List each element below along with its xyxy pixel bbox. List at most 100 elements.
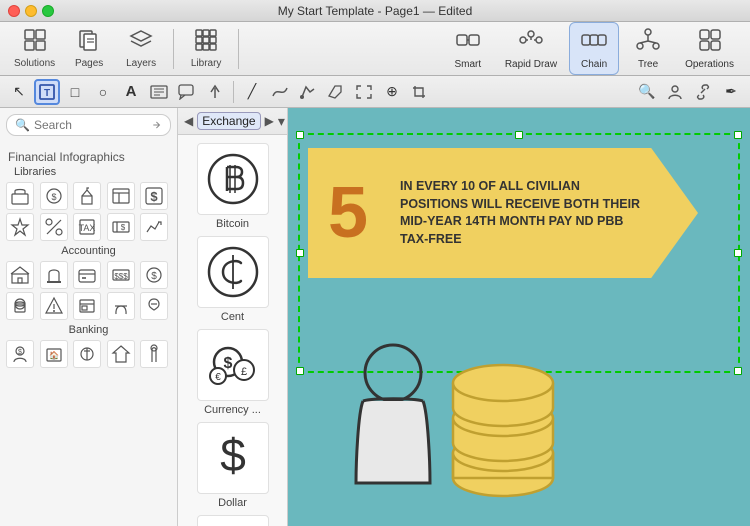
nav-forward-arrow[interactable]: ▶ — [265, 114, 274, 128]
symbol-currency[interactable]: $ £ € Currency ... — [197, 329, 269, 416]
info-banner: 5 IN EVERY 10 OF ALL CIVILIAN POSITIONS … — [308, 148, 698, 278]
icon-cell[interactable] — [107, 340, 135, 368]
toolbar-smart[interactable]: Smart — [443, 23, 493, 74]
icon-cell[interactable] — [6, 261, 34, 289]
operations-label: Operations — [685, 59, 734, 70]
tool-transform[interactable] — [351, 79, 377, 105]
toolbar-rapid-draw[interactable]: Rapid Draw — [497, 23, 565, 74]
tool-textbox[interactable] — [146, 79, 172, 105]
toolbar-chain[interactable]: Chain — [569, 22, 619, 75]
symbol-cent[interactable]: Cent — [197, 236, 269, 323]
panel-title-select[interactable]: Exchange — [197, 112, 260, 130]
tool-text-edit[interactable]: T — [34, 79, 60, 105]
svg-text:$: $ — [151, 189, 159, 204]
tool-eraser[interactable] — [323, 79, 349, 105]
icon-cell[interactable]: TAX — [73, 213, 101, 241]
svg-text:$$$: $$$ — [114, 272, 128, 281]
icon-cell[interactable] — [107, 182, 135, 210]
smart-icon — [455, 27, 481, 59]
search-box[interactable]: 🔍 — [6, 114, 171, 136]
dropdown-arrow-icon[interactable]: ▾ — [278, 113, 285, 130]
icon-cell[interactable] — [40, 292, 68, 320]
big-number: 5 — [328, 177, 388, 249]
icon-cell[interactable] — [140, 213, 168, 241]
sidebar-subsection: Libraries — [14, 166, 171, 178]
icon-cell[interactable]: $ — [40, 182, 68, 210]
toolbar-operations[interactable]: Operations — [677, 23, 742, 74]
toolbar-layers[interactable]: Layers — [117, 24, 165, 73]
rapid-draw-icon — [518, 27, 544, 59]
svg-text:T: T — [44, 88, 50, 99]
sidebar: 🔍 Financial Infographics Libraries $ $ — [0, 108, 178, 526]
icon-cell[interactable] — [6, 292, 34, 320]
info-text: IN EVERY 10 OF ALL CIVILIAN POSITIONS WI… — [400, 178, 648, 248]
tool-pen2[interactable]: ✒ — [718, 79, 744, 105]
tool-callout[interactable] — [174, 79, 200, 105]
banking-icon-grid: $$$ $ — [6, 261, 171, 320]
symbol-dollar-bag[interactable]: $ Dollar bag — [197, 515, 269, 526]
currency-icon-box: $ £ € — [197, 329, 269, 401]
icon-cell[interactable] — [73, 292, 101, 320]
icon-cell[interactable]: $ — [6, 340, 34, 368]
tool-link[interactable] — [690, 79, 716, 105]
icon-cell[interactable]: $ — [107, 213, 135, 241]
library-icon — [194, 28, 218, 56]
tool-arrow[interactable] — [202, 79, 228, 105]
dollar-label: Dollar — [218, 497, 247, 509]
icon-cell[interactable]: $ — [140, 182, 168, 210]
minimize-button[interactable] — [25, 5, 37, 17]
sidebar-toggle-icon[interactable] — [151, 118, 162, 132]
dollar-icon-box: $ — [197, 422, 269, 494]
icon-cell[interactable] — [73, 340, 101, 368]
close-button[interactable] — [8, 5, 20, 17]
tool-line[interactable]: ╱ — [239, 79, 265, 105]
tool-plus[interactable]: ⊕ — [379, 79, 405, 105]
icon-cell[interactable] — [6, 213, 34, 241]
toolbar-pages[interactable]: Pages — [65, 24, 113, 73]
icon-cell[interactable] — [40, 213, 68, 241]
icon-cell[interactable] — [40, 261, 68, 289]
pages-label: Pages — [75, 58, 103, 69]
search-icon: 🔍 — [15, 118, 30, 132]
canvas[interactable]: 5 IN EVERY 10 OF ALL CIVILIAN POSITIONS … — [288, 108, 750, 526]
tool-pointer[interactable]: ↖ — [6, 79, 32, 105]
toolbar: Solutions Pages Layers Library Smart — [0, 22, 750, 76]
tool-pen[interactable] — [295, 79, 321, 105]
smart-label: Smart — [454, 59, 481, 70]
tool-text[interactable]: A — [118, 79, 144, 105]
symbol-dollar[interactable]: $ Dollar — [197, 422, 269, 509]
maximize-button[interactable] — [42, 5, 54, 17]
symbol-bitcoin[interactable]: Bitcoin — [197, 143, 269, 230]
extra-icon-grid: $ 🏠 — [6, 340, 171, 368]
icon-cell[interactable] — [73, 261, 101, 289]
tool-person[interactable] — [662, 79, 688, 105]
icon-cell[interactable]: $ — [140, 261, 168, 289]
toolbar-solutions[interactable]: Solutions — [8, 24, 61, 73]
icon-cell[interactable] — [6, 182, 34, 210]
toolbar-library[interactable]: Library — [182, 24, 230, 73]
nav-back-arrow[interactable]: ◀ — [184, 114, 193, 128]
tool-ellipse[interactable]: ○ — [90, 79, 116, 105]
toolbar-tree[interactable]: Tree — [623, 23, 673, 74]
tool-zoom[interactable]: 🔍 — [634, 79, 660, 105]
icon-cell[interactable]: 🏠 — [40, 340, 68, 368]
search-input[interactable] — [34, 118, 147, 132]
icon-cell[interactable]: $$$ — [107, 261, 135, 289]
tree-label: Tree — [638, 59, 658, 70]
tool-rect[interactable]: □ — [62, 79, 88, 105]
chain-icon — [581, 27, 607, 59]
layers-label: Layers — [126, 58, 156, 69]
symbol-panel: ◀ Exchange ▶ ▾ Bitcoin — [178, 108, 288, 526]
icon-cell[interactable] — [107, 292, 135, 320]
symbol-list: Bitcoin Cent $ — [178, 135, 287, 526]
tool-curve[interactable] — [267, 79, 293, 105]
currency-label: Currency ... — [204, 404, 261, 416]
tool-crop[interactable] — [407, 79, 433, 105]
operations-icon — [697, 27, 723, 59]
icon-cell[interactable] — [140, 292, 168, 320]
icon-cell[interactable] — [140, 340, 168, 368]
svg-text:$: $ — [152, 271, 158, 282]
icon-cell[interactable] — [73, 182, 101, 210]
svg-text:$: $ — [51, 192, 56, 202]
dollar-bag-icon-box: $ — [197, 515, 269, 526]
